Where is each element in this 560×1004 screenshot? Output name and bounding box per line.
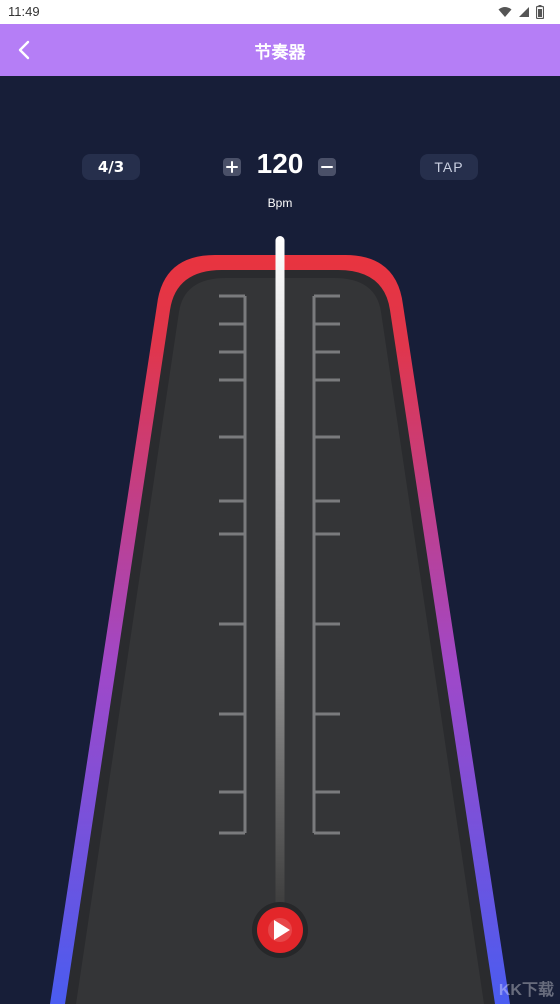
bpm-unit-label: Bpm bbox=[267, 196, 293, 210]
plus-icon bbox=[226, 161, 238, 173]
app-bar: 节奏器 bbox=[0, 24, 560, 76]
metronome-screen: 4/3 120 Bpm TAP KK下载 bbox=[0, 76, 560, 1004]
play-button[interactable] bbox=[252, 902, 308, 958]
signal-icon bbox=[519, 7, 529, 17]
bpm-minus-button[interactable] bbox=[318, 158, 336, 176]
minus-icon bbox=[321, 166, 333, 168]
time-signature-button[interactable]: 4/3 bbox=[82, 154, 140, 180]
metronome-needle bbox=[275, 236, 285, 916]
metronome-graphic bbox=[50, 236, 510, 1004]
status-time: 11:49 bbox=[8, 4, 40, 19]
status-bar: 11:49 bbox=[0, 0, 560, 24]
bpm-plus-button[interactable] bbox=[223, 158, 241, 176]
status-icons bbox=[498, 5, 544, 19]
wifi-icon bbox=[498, 7, 512, 17]
watermark: KK下载 bbox=[498, 982, 554, 999]
page-title: 节奏器 bbox=[254, 43, 306, 63]
battery-icon bbox=[536, 5, 544, 19]
bpm-value: 120 bbox=[256, 148, 304, 179]
tap-button[interactable]: TAP bbox=[420, 154, 478, 180]
